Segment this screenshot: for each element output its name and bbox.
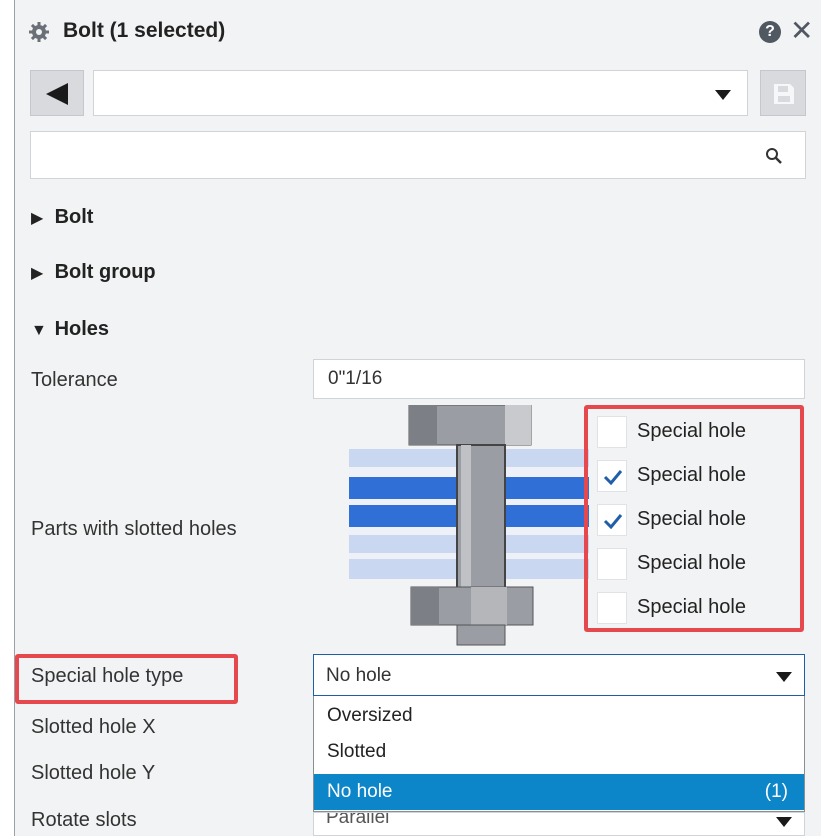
- bolt-properties-panel: Bolt (1 selected) ? ✕ ▶ Bolt ▶ Bolt grou…: [14, 0, 821, 836]
- option-slotted[interactable]: Slotted: [314, 734, 804, 770]
- highlight-box-checkboxes: [584, 405, 804, 632]
- section-bolt-group[interactable]: ▶ Bolt group: [31, 261, 156, 284]
- special-hole-type-value: No hole: [326, 665, 392, 686]
- option-label: No hole: [327, 781, 393, 802]
- special-hole-type-dropdown: Oversized Slotted No hole (1): [313, 696, 805, 812]
- help-icon[interactable]: ?: [759, 21, 781, 43]
- section-bolt-label: Bolt: [54, 206, 94, 228]
- gear-icon: [29, 22, 49, 42]
- search-field[interactable]: [30, 131, 806, 179]
- search-icon[interactable]: [765, 147, 783, 165]
- rotate-slots-value: Parallel: [326, 812, 390, 828]
- slotted-parts-label: Parts with slotted holes: [31, 518, 237, 540]
- back-button[interactable]: [30, 70, 84, 116]
- expand-arrow-icon: ▶: [31, 265, 44, 282]
- tolerance-label: Tolerance: [31, 369, 118, 391]
- option-oversized[interactable]: Oversized: [314, 698, 804, 734]
- section-bolt[interactable]: ▶ Bolt: [31, 206, 93, 229]
- triangle-left-icon: [46, 83, 68, 105]
- save-button[interactable]: [760, 70, 806, 116]
- panel-title: Bolt (1 selected): [63, 19, 226, 42]
- rotate-slots-label: Rotate slots: [31, 809, 137, 831]
- close-icon[interactable]: ✕: [790, 17, 813, 45]
- section-holes[interactable]: ▼ Holes: [31, 318, 109, 341]
- chevron-down-icon: [715, 90, 731, 100]
- rotate-slots-select[interactable]: Parallel: [313, 812, 805, 836]
- search-input[interactable]: [41, 140, 745, 172]
- chevron-down-icon: [776, 817, 792, 827]
- save-icon: [774, 84, 794, 104]
- section-bolt-group-label: Bolt group: [54, 261, 156, 283]
- panel-header: Bolt (1 selected) ? ✕: [15, 0, 821, 64]
- bolt-diagram-image: [349, 405, 589, 646]
- slotted-hole-y-label: Slotted hole Y: [31, 762, 156, 784]
- preset-select[interactable]: [93, 70, 748, 116]
- slotted-hole-x-label: Slotted hole X: [31, 716, 156, 738]
- expand-arrow-icon: ▶: [31, 210, 44, 227]
- option-label: Oversized: [327, 705, 413, 726]
- section-holes-label: Holes: [54, 318, 110, 340]
- chevron-down-icon: [776, 672, 792, 682]
- option-label: Slotted: [327, 741, 387, 762]
- selection-count: (1): [764, 781, 788, 802]
- highlight-box-hole-type: [15, 654, 238, 704]
- tolerance-field[interactable]: 0"1/16: [313, 359, 805, 399]
- option-no-hole[interactable]: No hole (1): [314, 774, 804, 810]
- special-hole-type-select[interactable]: No hole: [313, 654, 805, 696]
- collapse-arrow-icon: ▼: [31, 322, 47, 339]
